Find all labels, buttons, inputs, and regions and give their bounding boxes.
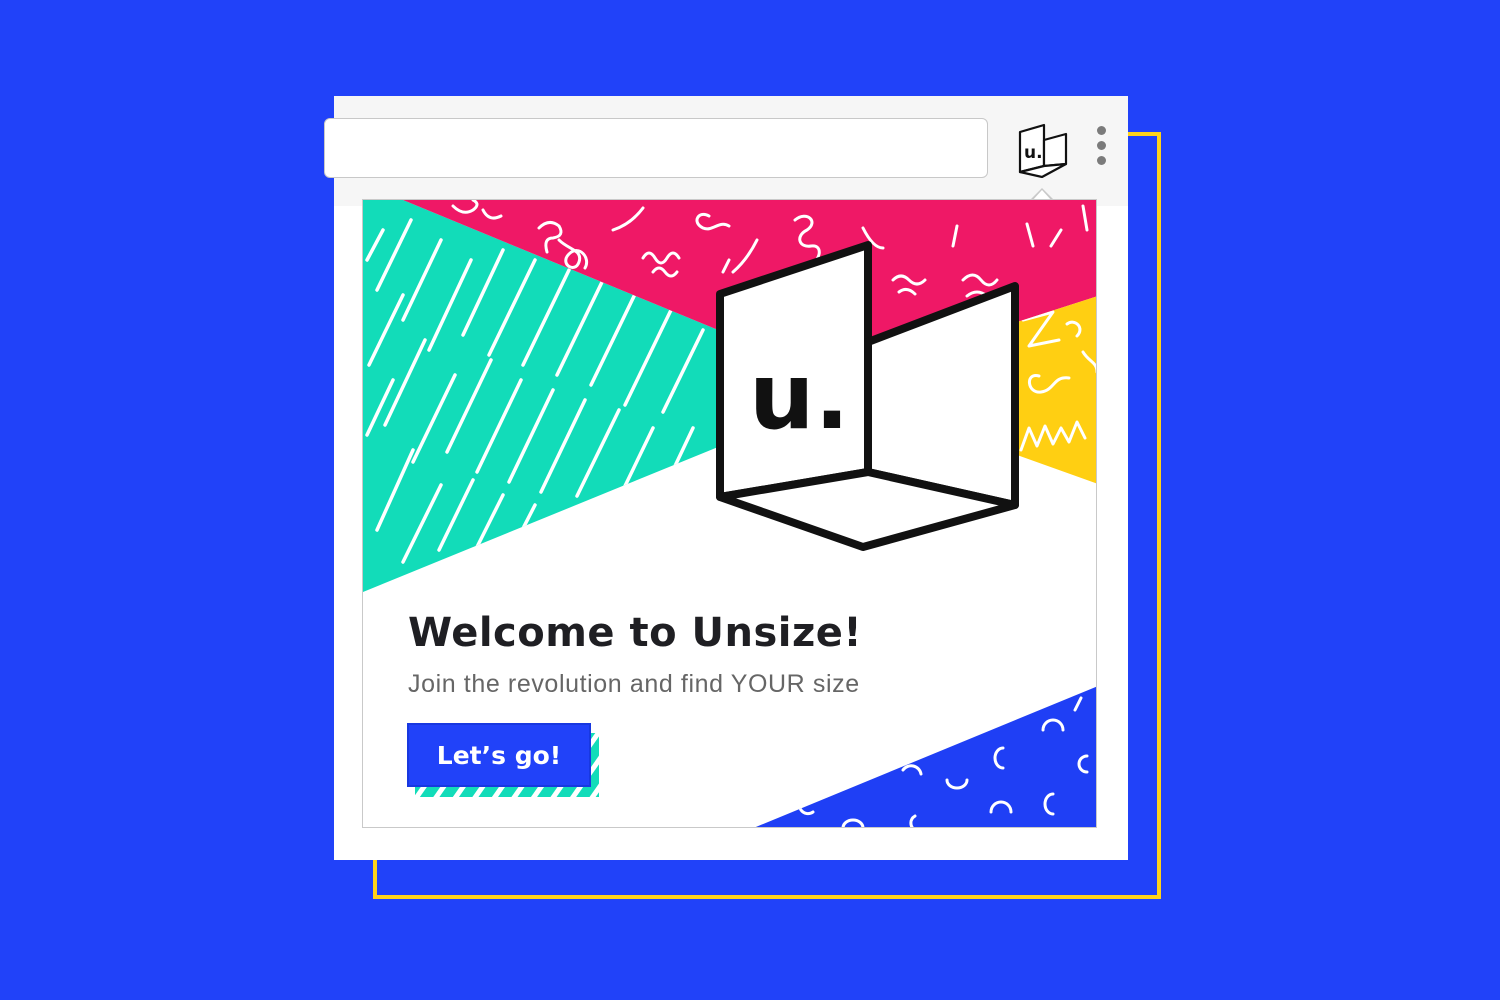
menu-dot [1096, 141, 1106, 150]
extension-logo-text: u. [1024, 143, 1043, 163]
popup-title: Welcome to Unsize! [408, 610, 863, 656]
unsize-box-logo-icon: u. [1018, 123, 1068, 179]
unsize-extension-button[interactable]: u. [1014, 122, 1072, 179]
address-bar[interactable] [324, 118, 988, 178]
browser-menu-button[interactable] [1092, 126, 1110, 170]
lets-go-button[interactable]: Let’s go! [407, 723, 591, 787]
popup-subtitle: Join the revolution and find YOUR size [408, 670, 860, 698]
browser-window: u. u. Welcome to Unsize! Join the revolu… [324, 96, 1128, 860]
more-vert-icon [1096, 126, 1106, 135]
browser-toolbar: u. [324, 96, 1128, 206]
extension-popup: u. Welcome to Unsize! Join the revolutio… [362, 199, 1097, 828]
blue-pattern-panel [755, 686, 1096, 827]
cta-container: Let’s go! [407, 723, 599, 799]
menu-dot [1096, 156, 1106, 165]
hero-logo-text: u. [749, 343, 849, 450]
